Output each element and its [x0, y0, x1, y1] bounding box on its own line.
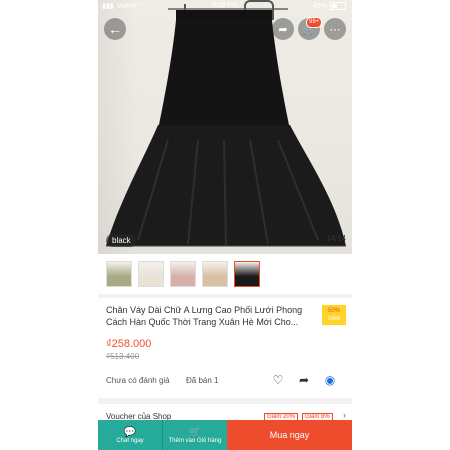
current-price: ₫258.000	[106, 338, 152, 350]
thumbnail-4[interactable]	[202, 261, 228, 287]
battery-icon	[330, 2, 346, 10]
battery-percent: 45%	[312, 2, 327, 10]
add-to-cart-button[interactable]: 🛒 Thêm vào Giỏ hàng	[162, 420, 227, 450]
chat-icon: 💬	[123, 426, 137, 438]
back-arrow-icon[interactable]: ←	[104, 18, 126, 40]
chat-now-button[interactable]: 💬 Chat ngay	[98, 420, 162, 450]
more-options-icon[interactable]: ⋯	[324, 18, 346, 40]
chevron-right-icon[interactable]: ›	[343, 410, 346, 420]
messenger-icon[interactable]: ◉	[322, 372, 338, 388]
product-screen: ▮▮▮ Viettel ◠ 3:08 PM 45% ← ➦ 🛒 99+ ⋯ bl…	[98, 0, 352, 450]
discount-label: GIẢM	[327, 316, 341, 322]
rating-text: Chưa có đánh giá	[106, 376, 170, 385]
add-cart-icon: 🛒	[188, 426, 202, 438]
divider	[98, 398, 352, 404]
thumbnail-2[interactable]	[138, 261, 164, 287]
product-title: Chân Váy Dài Chữ A Lưng Cao Phối Lưới Ph…	[106, 305, 303, 327]
thumbnail-3[interactable]	[170, 261, 196, 287]
add-to-cart-label: Thêm vào Giỏ hàng	[168, 437, 222, 444]
thumbnail-1[interactable]	[106, 261, 132, 287]
original-price: ₫513.400	[106, 352, 140, 361]
thumbnail-5[interactable]	[234, 261, 260, 287]
thumbnail-strip	[98, 254, 352, 294]
discount-badge: 50% GIẢM	[322, 305, 346, 325]
share-icon[interactable]: ➦	[272, 18, 294, 40]
share-arrow-icon[interactable]: ➦	[296, 372, 312, 388]
image-counter: 14/14	[325, 234, 346, 243]
discount-value: 50%	[327, 308, 340, 314]
bottom-action-bar: 💬 Chat ngay 🛒 Thêm vào Giỏ hàng Mua ngay	[98, 420, 352, 450]
buy-now-button[interactable]: Mua ngay	[227, 420, 352, 450]
variant-tag: black	[106, 234, 137, 247]
chat-now-label: Chat ngay	[116, 437, 144, 444]
skirt-upper	[158, 20, 290, 130]
divider	[98, 294, 352, 298]
cart-count-badge: 99+	[306, 17, 323, 28]
status-right: 45%	[313, 2, 346, 10]
heart-icon[interactable]: ♡	[270, 372, 286, 388]
status-bar: ▮▮▮ Viettel ◠ 3:08 PM 45%	[98, 0, 352, 12]
sold-count: Đã bán 1	[186, 376, 219, 385]
